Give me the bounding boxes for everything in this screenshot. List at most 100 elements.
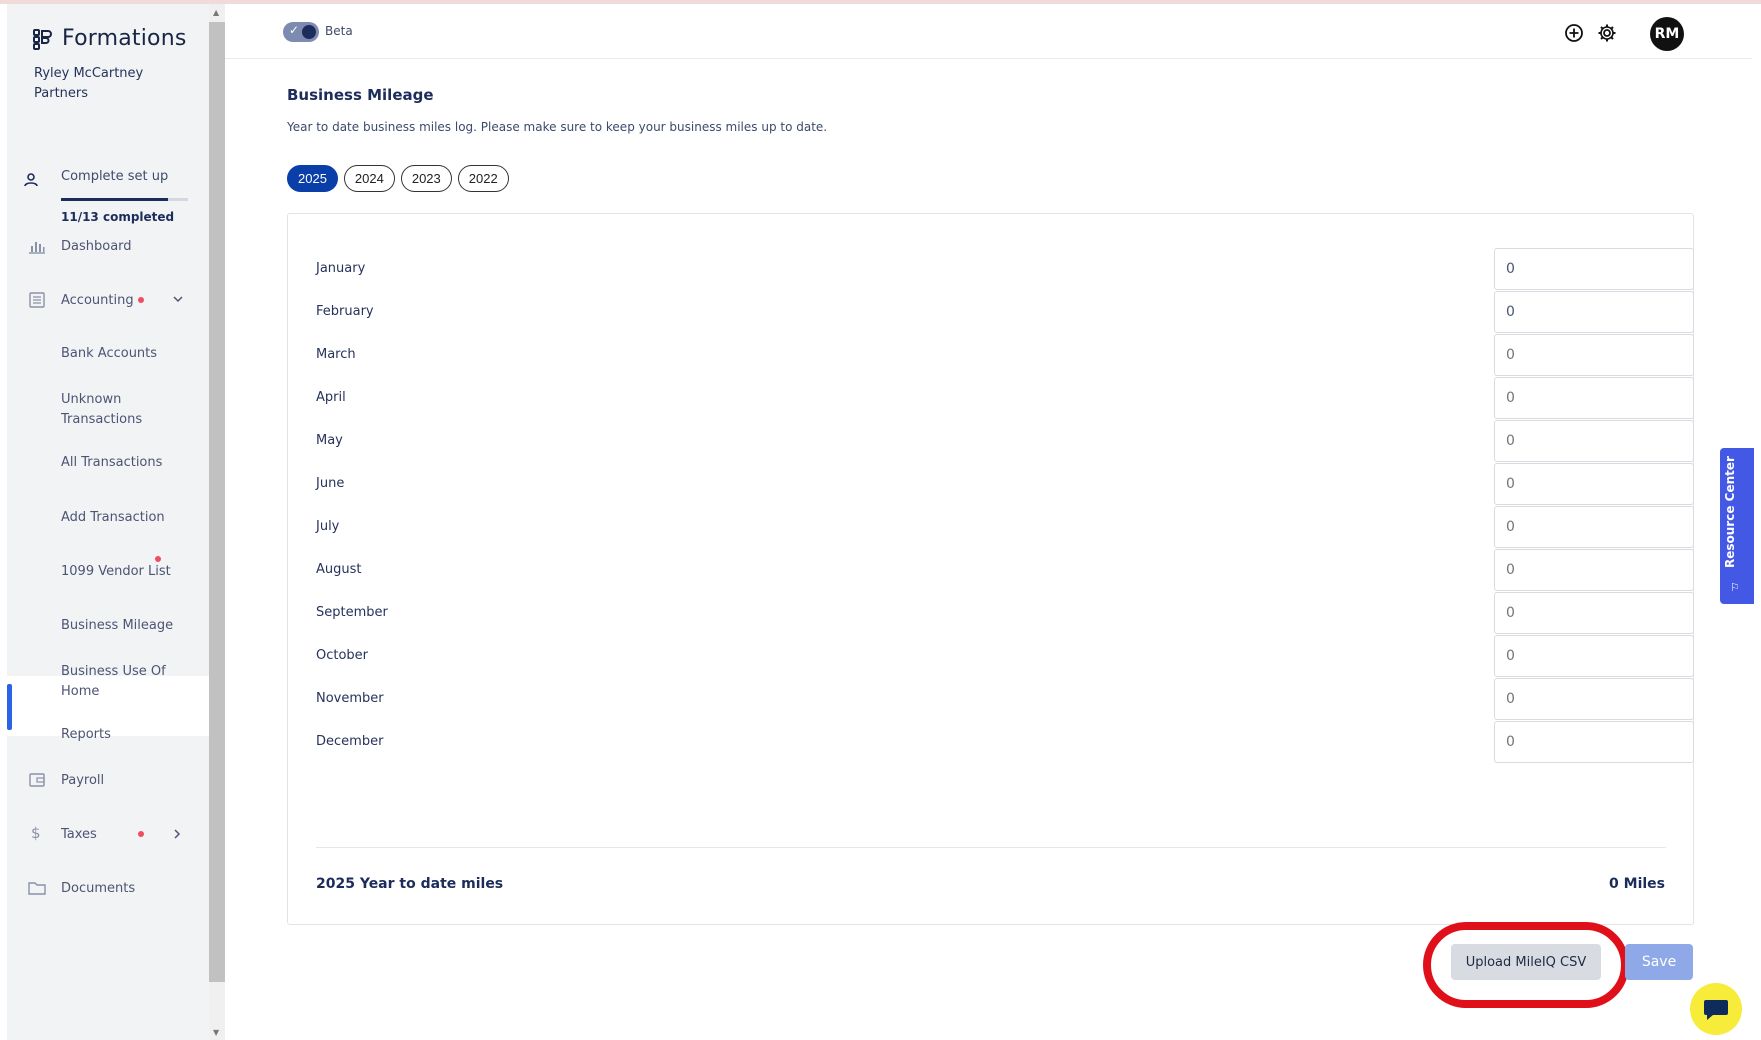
- sidebar-item-reports[interactable]: Reports: [61, 725, 201, 745]
- save-button[interactable]: Save: [1625, 944, 1693, 980]
- setup-label: Complete set up: [61, 169, 169, 184]
- folder-icon: [28, 882, 46, 895]
- sidebar-item-label-line1: Unknown: [61, 392, 122, 407]
- month-label: October: [316, 648, 369, 663]
- december-miles-input[interactable]: [1494, 721, 1694, 763]
- month-row-september: September: [316, 592, 1694, 634]
- sidebar-item-add-transaction[interactable]: Add Transaction: [61, 508, 201, 528]
- beta-label: Beta: [325, 24, 353, 38]
- sidebar-item-label-line2: Transactions: [61, 412, 143, 427]
- month-label: July: [316, 519, 340, 534]
- divider: [316, 847, 1666, 848]
- chat-icon: [1704, 1000, 1728, 1020]
- resource-center-label: Resource Center: [1723, 456, 1737, 568]
- august-miles-input[interactable]: [1494, 549, 1694, 591]
- check-icon: ✓: [289, 23, 300, 37]
- toggle-knob: [302, 25, 316, 39]
- sidebar-item-label-line1: Business Use Of: [61, 664, 166, 679]
- october-miles-input[interactable]: [1494, 635, 1694, 677]
- year-tab-2023[interactable]: 2023: [400, 165, 452, 192]
- user-icon: [24, 173, 38, 187]
- month-label: April: [316, 390, 346, 405]
- gear-icon[interactable]: [1597, 23, 1617, 43]
- brand-name: Formations: [62, 26, 187, 51]
- brand[interactable]: Formations: [32, 26, 187, 51]
- sidebar-item-label: 1099 Vendor List: [61, 564, 171, 579]
- november-miles-input[interactable]: [1494, 678, 1694, 720]
- mileage-card: January February March April May June Ju…: [287, 213, 1694, 925]
- month-row-march: March: [316, 334, 1694, 376]
- ytd-total-value: 0 Miles: [1609, 876, 1665, 892]
- wallet-icon: [29, 773, 45, 787]
- resource-center-tab[interactable]: Resource Center ⚐: [1720, 448, 1754, 604]
- formations-logo-icon: [33, 28, 52, 50]
- may-miles-input[interactable]: [1494, 420, 1694, 462]
- ytd-total-label: 2025 Year to date miles: [316, 876, 504, 892]
- year-tab-2022[interactable]: 2022: [457, 165, 509, 192]
- sidebar-item-1099-vendor-list[interactable]: 1099 Vendor List: [61, 562, 201, 582]
- avatar[interactable]: RM: [1650, 17, 1684, 51]
- scroll-up-arrow-icon[interactable]: ▲: [213, 8, 219, 17]
- month-row-december: December: [316, 721, 1694, 763]
- february-miles-input[interactable]: [1494, 291, 1694, 333]
- month-row-october: October: [316, 635, 1694, 677]
- sidebar-item-dashboard[interactable]: Dashboard: [7, 226, 209, 266]
- month-label: May: [316, 433, 343, 448]
- june-miles-input[interactable]: [1494, 463, 1694, 505]
- month-label: March: [316, 347, 356, 362]
- sidebar-item-business-use-of-home[interactable]: Business Use Of Home: [61, 662, 201, 702]
- sidebar-item-all-transactions[interactable]: All Transactions: [61, 453, 201, 473]
- month-row-june: June: [316, 463, 1694, 505]
- sidebar-item-bank-accounts[interactable]: Bank Accounts: [61, 344, 201, 364]
- sidebar-item-taxes[interactable]: $ Taxes: [7, 814, 209, 854]
- month-label: June: [316, 476, 345, 491]
- month-row-august: August: [316, 549, 1694, 591]
- month-label: February: [316, 304, 374, 319]
- active-indicator: [7, 684, 12, 730]
- sidebar-item-label-line2: Home: [61, 684, 100, 699]
- july-miles-input[interactable]: [1494, 506, 1694, 548]
- april-miles-input[interactable]: [1494, 377, 1694, 419]
- setup-progress-fill: [61, 198, 169, 201]
- notification-dot: [138, 831, 144, 837]
- september-miles-input[interactable]: [1494, 592, 1694, 634]
- notification-dot: [138, 297, 144, 303]
- company-name: Ryley McCartney Partners: [34, 64, 164, 104]
- plus-circle-icon[interactable]: [1564, 23, 1584, 43]
- ledger-icon: [29, 292, 45, 308]
- march-miles-input[interactable]: [1494, 334, 1694, 376]
- setup-progress-bar: [61, 198, 188, 201]
- month-label: January: [316, 261, 366, 276]
- year-tab-2025[interactable]: 2025: [287, 165, 338, 192]
- dollar-icon: $: [31, 824, 41, 842]
- scroll-down-arrow-icon[interactable]: ▼: [213, 1028, 219, 1037]
- month-label: December: [316, 734, 384, 749]
- sidebar-item-label: Documents: [61, 880, 136, 896]
- bar-chart-icon: [29, 242, 45, 254]
- sidebar-item-documents[interactable]: Documents: [7, 868, 209, 908]
- sidebar: Formations Ryley McCartney Partners Comp…: [7, 4, 209, 1040]
- chevron-down-icon[interactable]: [173, 295, 183, 303]
- chat-launcher[interactable]: [1690, 983, 1742, 1035]
- company-name-line1: Ryley McCartney: [34, 66, 144, 81]
- sidebar-scrollbar[interactable]: ▲ ▼: [209, 4, 225, 1040]
- sidebar-item-business-mileage[interactable]: Business Mileage: [61, 616, 201, 636]
- top-header: ✓ Beta RM: [225, 4, 1752, 59]
- month-label: November: [316, 691, 384, 706]
- chevron-right-icon[interactable]: [173, 829, 181, 839]
- sidebar-item-label: Dashboard: [61, 238, 132, 254]
- month-row-january: January: [316, 248, 1694, 290]
- scroll-thumb[interactable]: [209, 22, 225, 982]
- sidebar-item-accounting[interactable]: Accounting: [7, 280, 209, 320]
- beta-toggle[interactable]: ✓: [283, 22, 319, 42]
- page-description: Year to date business miles log. Please …: [287, 120, 828, 134]
- flag-icon: ⚐: [1730, 581, 1740, 594]
- month-row-may: May: [316, 420, 1694, 462]
- month-row-november: November: [316, 678, 1694, 720]
- sidebar-item-unknown-transactions[interactable]: Unknown Transactions: [61, 390, 201, 430]
- year-tab-2024[interactable]: 2024: [343, 165, 395, 192]
- upload-mileiq-csv-button[interactable]: Upload MileIQ CSV: [1451, 944, 1601, 980]
- january-miles-input[interactable]: [1494, 248, 1694, 290]
- month-row-july: July: [316, 506, 1694, 548]
- sidebar-item-payroll[interactable]: Payroll: [7, 760, 209, 800]
